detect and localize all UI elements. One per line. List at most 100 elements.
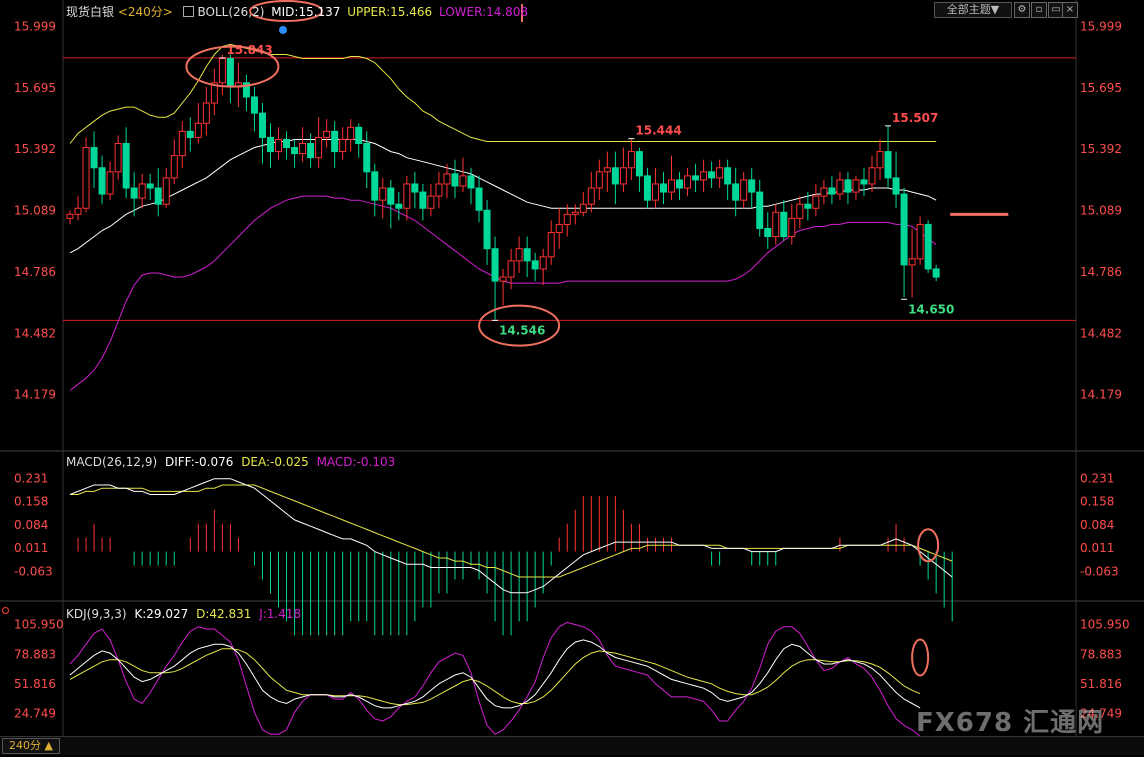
upper-label: UPPER:15.466 bbox=[347, 5, 433, 19]
candle-down bbox=[267, 136, 274, 153]
candle-down bbox=[692, 175, 700, 181]
kdj-tick-left: 24.749 bbox=[14, 707, 56, 721]
macd-tick-left: 0.084 bbox=[14, 518, 48, 532]
macd-tick-left: 0.011 bbox=[14, 541, 48, 555]
candle-down bbox=[419, 191, 427, 209]
candle-up bbox=[106, 171, 114, 195]
boll-dot-icon bbox=[279, 26, 287, 34]
candle-down bbox=[291, 147, 299, 155]
candle-down bbox=[884, 151, 892, 179]
k-label: K:29.027 bbox=[134, 607, 189, 621]
candle-down bbox=[708, 171, 716, 179]
period-button[interactable]: 240分 ▲ bbox=[2, 738, 60, 754]
candle-up bbox=[539, 256, 547, 270]
candle-up bbox=[443, 173, 451, 185]
candle-down bbox=[643, 175, 651, 201]
candle-down bbox=[250, 96, 258, 114]
chart-stage: 15.843 14.546 15.444 15.507 14.650 15.999 15.… bbox=[0, 0, 1144, 755]
macd-tick-right: 0.231 bbox=[1080, 471, 1114, 485]
candle-up bbox=[114, 142, 122, 173]
candle-up bbox=[876, 151, 884, 169]
candle-up bbox=[194, 122, 202, 138]
candle-down bbox=[828, 187, 836, 195]
boll-icon bbox=[182, 6, 194, 17]
price-tick-left: 15.089 bbox=[14, 203, 56, 217]
candle-down bbox=[523, 248, 531, 262]
j-label: J:1.418 bbox=[259, 607, 302, 621]
extreme-label: 14.546 bbox=[499, 323, 545, 337]
price-tick-right: 15.999 bbox=[1080, 19, 1122, 33]
price-tick-left: 14.786 bbox=[14, 265, 56, 279]
price-tick-right: 14.179 bbox=[1080, 388, 1122, 402]
candle-down bbox=[932, 268, 940, 278]
close-icon[interactable]: × bbox=[1062, 2, 1078, 18]
candle-down bbox=[860, 179, 868, 185]
candle-up bbox=[603, 167, 611, 173]
candle-up bbox=[820, 187, 828, 197]
candle-up bbox=[868, 167, 876, 185]
candle-down bbox=[892, 177, 900, 195]
kdj-marker-icon bbox=[2, 607, 9, 614]
candle-up bbox=[82, 147, 90, 209]
kdj-tick-left: 105.950 bbox=[14, 618, 64, 632]
candle-down bbox=[732, 183, 740, 201]
candle-down bbox=[756, 191, 764, 229]
price-tick-right: 15.392 bbox=[1080, 142, 1122, 156]
kdj-tick-left: 78.883 bbox=[14, 647, 56, 661]
main-header: 现货白银 <240分> BOLL(26,2) MID:15.137 UPPER:… bbox=[66, 3, 528, 20]
candle-down bbox=[724, 167, 732, 185]
candle-up bbox=[138, 183, 146, 199]
candle-down bbox=[387, 187, 395, 205]
d-label: D:42.831 bbox=[196, 607, 252, 621]
candle-down bbox=[780, 211, 788, 238]
candle-down bbox=[924, 223, 932, 270]
j-line bbox=[69, 621, 921, 737]
macd-header: MACD(26,12,9) DIFF:-0.076 DEA:-0.025 MAC… bbox=[66, 455, 395, 469]
candle-up bbox=[507, 260, 515, 278]
mid-label: MID:15.137 bbox=[271, 5, 341, 19]
candle-up bbox=[435, 183, 443, 197]
macd-value-label: MACD:-0.103 bbox=[316, 455, 396, 469]
price-tick-left: 15.392 bbox=[14, 142, 56, 156]
candle-down bbox=[900, 193, 908, 266]
candle-down bbox=[844, 179, 852, 193]
candle-down bbox=[395, 203, 403, 209]
candle-down bbox=[764, 227, 772, 238]
minimize-icon[interactable]: ▫ bbox=[1031, 2, 1047, 18]
candle-up bbox=[595, 171, 603, 189]
candle-up bbox=[323, 130, 331, 138]
candle-down bbox=[98, 167, 106, 195]
lower-label: LOWER:14.808 bbox=[438, 5, 529, 19]
candle-up bbox=[579, 203, 587, 213]
diff-label: DIFF:-0.076 bbox=[164, 455, 234, 469]
price-tick-right: 14.786 bbox=[1080, 265, 1122, 279]
candle-up bbox=[66, 213, 74, 219]
candle-up bbox=[716, 167, 724, 179]
kdj-tick-right: 105.950 bbox=[1080, 618, 1130, 632]
boll-mid-line bbox=[69, 139, 937, 254]
candle-up bbox=[499, 276, 507, 282]
extreme-label: 15.843 bbox=[226, 43, 272, 57]
candle-up bbox=[547, 232, 555, 258]
candle-up bbox=[459, 175, 467, 187]
candle-up bbox=[347, 126, 355, 140]
price-tick-right: 14.482 bbox=[1080, 326, 1122, 340]
candle-up bbox=[651, 183, 659, 201]
theme-select-button[interactable]: 全部主题▼ bbox=[934, 2, 1012, 18]
period-label: <240分> bbox=[117, 5, 173, 19]
candle-down bbox=[411, 183, 419, 193]
candle-down bbox=[122, 142, 130, 189]
candle-up bbox=[563, 213, 571, 225]
candle-up bbox=[515, 248, 523, 262]
candle-up bbox=[202, 102, 210, 124]
candle-down bbox=[483, 209, 491, 250]
candle-up bbox=[218, 58, 226, 84]
candle-up bbox=[812, 195, 820, 209]
k-line bbox=[69, 639, 921, 709]
candle-up bbox=[403, 183, 411, 209]
candle-up bbox=[555, 223, 563, 234]
macd-tick-right: -0.063 bbox=[1080, 565, 1119, 579]
candle-down bbox=[355, 126, 363, 144]
settings-icon[interactable]: ⚙ bbox=[1014, 2, 1030, 18]
candle-down bbox=[258, 112, 266, 138]
